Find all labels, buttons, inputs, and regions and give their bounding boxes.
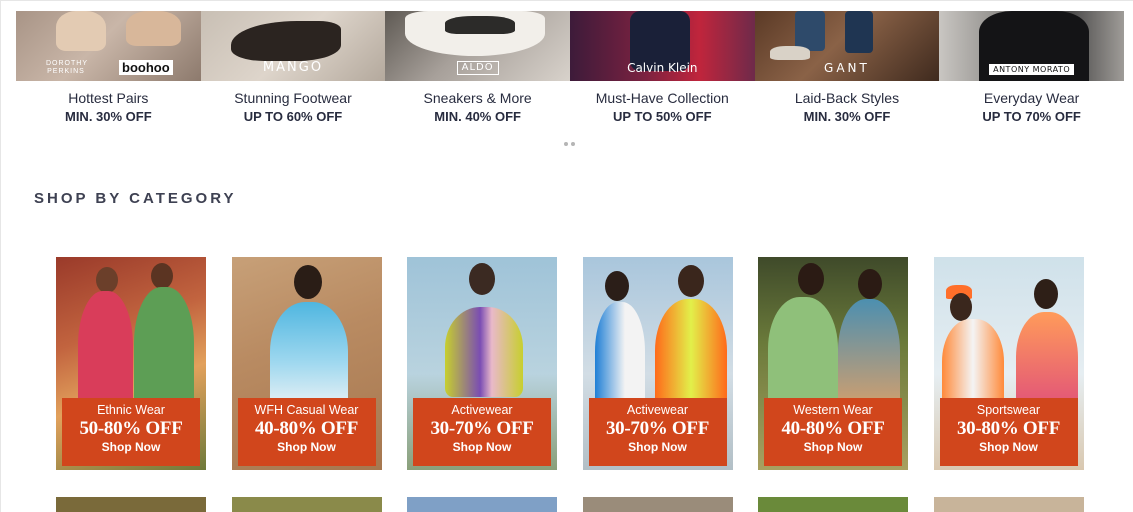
category-tile-partial[interactable] bbox=[758, 497, 908, 512]
category-tile-partial[interactable] bbox=[231, 497, 382, 512]
category-tile-partial[interactable] bbox=[582, 497, 733, 512]
brand-caption-title: Hottest Pairs bbox=[68, 90, 149, 106]
carousel-dot[interactable] bbox=[564, 142, 568, 146]
brand-tile-antony-morato[interactable]: ANTONY MORATO bbox=[939, 11, 1124, 81]
brand-logo: ALDO bbox=[456, 61, 499, 75]
category-discount: 30-80% OFF bbox=[956, 418, 1061, 439]
brand-caption-offer: MIN. 40% OFF bbox=[434, 109, 521, 124]
category-tile-partial[interactable] bbox=[933, 497, 1084, 512]
category-name: WFH Casual Wear bbox=[254, 403, 359, 417]
brand-caption-offer: MIN. 30% OFF bbox=[803, 109, 891, 124]
shop-now-link[interactable]: Shop Now bbox=[764, 440, 902, 455]
category-tile-ethnic-wear[interactable]: Ethnic Wear 50-80% OFF Shop Now bbox=[56, 257, 206, 470]
brand-caption-title: Laid-Back Styles bbox=[794, 90, 900, 106]
category-offer-panel: Activewear 30-70% OFF Shop Now bbox=[588, 398, 727, 466]
category-tile-partial[interactable] bbox=[407, 497, 557, 512]
category-offer-panel: WFH Casual Wear 40-80% OFF Shop Now bbox=[237, 398, 376, 466]
category-grid-next-row bbox=[56, 497, 1084, 512]
brand-caption[interactable]: Everyday Wear UP TO 70% OFF bbox=[939, 90, 1124, 126]
brand-logo-secondary: DOROTHY PERKINS bbox=[46, 60, 88, 75]
brand-logo: ANTONY MORATO bbox=[989, 64, 1075, 75]
brand-captions: Hottest Pairs MIN. 30% OFF Stunning Foot… bbox=[16, 90, 1124, 126]
shop-now-link[interactable]: Shop Now bbox=[589, 440, 727, 455]
brand-tile-calvin-klein[interactable]: Calvin Klein bbox=[569, 11, 755, 81]
carousel-dot[interactable] bbox=[571, 142, 575, 146]
category-tile-sportswear[interactable]: Sportswear 30-80% OFF Shop Now bbox=[933, 257, 1084, 470]
category-discount: 30-70% OFF bbox=[605, 418, 710, 439]
category-tile-wfh-casual-wear[interactable]: WFH Casual Wear 40-80% OFF Shop Now bbox=[231, 257, 382, 470]
category-name: Activewear bbox=[626, 403, 689, 417]
brand-tile-boohoo[interactable]: DOROTHY PERKINS boohoo bbox=[16, 11, 201, 81]
brand-logo: MANGO bbox=[262, 60, 324, 75]
brand-caption[interactable]: Hottest Pairs MIN. 30% OFF bbox=[16, 90, 201, 126]
category-discount: 40-80% OFF bbox=[254, 418, 359, 439]
brand-caption-offer: UP TO 50% OFF bbox=[613, 109, 712, 124]
shop-now-link[interactable]: Shop Now bbox=[413, 440, 551, 455]
shop-now-link[interactable]: Shop Now bbox=[940, 440, 1078, 455]
category-discount: 40-80% OFF bbox=[781, 418, 885, 439]
category-name: Western Wear bbox=[793, 403, 873, 417]
brand-caption[interactable]: Sneakers & More MIN. 40% OFF bbox=[385, 90, 570, 126]
brand-tile-gant[interactable]: GANT bbox=[754, 11, 940, 81]
category-name: Sportswear bbox=[976, 403, 1041, 417]
category-name: Activewear bbox=[451, 403, 513, 417]
category-offer-panel: Sportswear 30-80% OFF Shop Now bbox=[939, 398, 1078, 466]
brand-caption[interactable]: Laid-Back Styles MIN. 30% OFF bbox=[755, 90, 940, 126]
shop-now-link[interactable]: Shop Now bbox=[62, 440, 200, 455]
brand-caption-title: Sneakers & More bbox=[423, 90, 532, 106]
category-grid: Ethnic Wear 50-80% OFF Shop Now WFH Casu… bbox=[56, 257, 1084, 470]
brand-carousel: DOROTHY PERKINS boohoo MANGO ALDO Calvin… bbox=[16, 11, 1124, 81]
brand-logo: boohoo bbox=[119, 60, 173, 75]
brand-caption[interactable]: Must-Have Collection UP TO 50% OFF bbox=[570, 90, 755, 126]
brand-caption-offer: UP TO 60% OFF bbox=[243, 109, 343, 124]
category-offer-panel: Western Wear 40-80% OFF Shop Now bbox=[764, 398, 902, 466]
category-discount: 50-80% OFF bbox=[79, 418, 183, 439]
brand-tile-aldo[interactable]: ALDO bbox=[385, 11, 570, 81]
brand-tile-mango[interactable]: MANGO bbox=[200, 11, 386, 81]
section-title: SHOP BY CATEGORY bbox=[34, 190, 237, 207]
category-offer-panel: Activewear 30-70% OFF Shop Now bbox=[413, 398, 551, 466]
carousel-dots bbox=[564, 142, 575, 146]
brand-caption-title: Everyday Wear bbox=[983, 90, 1080, 106]
shop-now-link[interactable]: Shop Now bbox=[238, 440, 376, 455]
category-tile-activewear-men[interactable]: Activewear 30-70% OFF Shop Now bbox=[582, 257, 733, 470]
page: DOROTHY PERKINS boohoo MANGO ALDO Calvin… bbox=[0, 0, 1133, 512]
category-offer-panel: Ethnic Wear 50-80% OFF Shop Now bbox=[62, 398, 200, 466]
brand-caption-title: Stunning Footwear bbox=[234, 90, 352, 106]
brand-caption-offer: MIN. 30% OFF bbox=[64, 109, 152, 124]
brand-caption-offer: UP TO 70% OFF bbox=[982, 109, 1081, 124]
category-tile-partial[interactable] bbox=[56, 497, 206, 512]
category-tile-western-wear[interactable]: Western Wear 40-80% OFF Shop Now bbox=[758, 257, 908, 470]
brand-caption[interactable]: Stunning Footwear UP TO 60% OFF bbox=[201, 90, 386, 126]
brand-caption-title: Must-Have Collection bbox=[595, 90, 729, 106]
category-name: Ethnic Wear bbox=[97, 403, 165, 417]
brand-logo: GANT bbox=[824, 61, 870, 75]
brand-logo: Calvin Klein bbox=[627, 61, 698, 75]
category-discount: 30-70% OFF bbox=[430, 418, 534, 439]
category-tile-activewear[interactable]: Activewear 30-70% OFF Shop Now bbox=[407, 257, 557, 470]
